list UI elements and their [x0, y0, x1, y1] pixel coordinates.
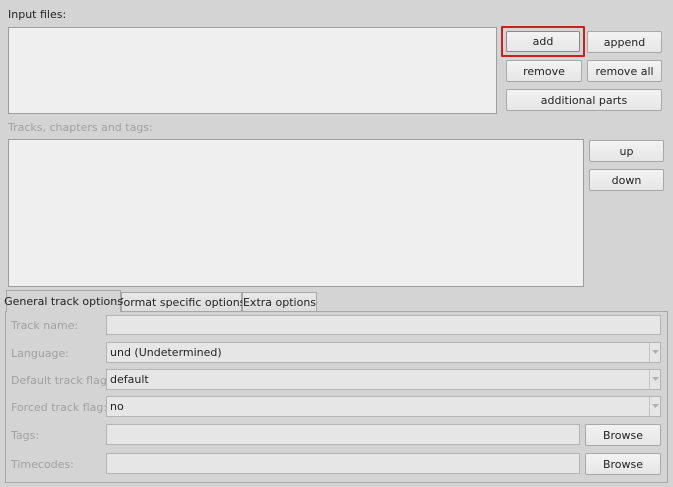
tracks-list[interactable] [8, 139, 584, 287]
track-name-input[interactable] [106, 315, 661, 335]
language-combobox[interactable]: und (Undetermined) [106, 342, 661, 363]
tab-extra-options[interactable]: Extra options [242, 292, 317, 312]
tags-input[interactable] [106, 424, 580, 445]
input-files-list[interactable] [8, 27, 497, 114]
tab-format-specific-options[interactable]: Format specific options [118, 292, 245, 312]
chevron-down-icon [649, 397, 660, 416]
timecodes-browse-button[interactable]: Browse [585, 453, 661, 475]
timecodes-label: Timecodes: [11, 458, 74, 471]
tags-label: Tags: [11, 429, 40, 442]
default-track-flag-label: Default track flag: [11, 374, 111, 387]
chevron-down-icon [649, 343, 660, 362]
up-button[interactable]: up [589, 140, 664, 162]
remove-all-button[interactable]: remove all [587, 60, 662, 82]
tab-general-track-options[interactable]: General track options [4, 290, 123, 312]
input-files-label: Input files: [8, 8, 67, 21]
add-button[interactable]: add [506, 31, 580, 52]
language-label: Language: [11, 347, 69, 360]
default-track-flag-value: default [110, 373, 149, 386]
forced-track-flag-value: no [110, 400, 124, 413]
additional-parts-button[interactable]: additional parts [506, 89, 662, 111]
track-name-label: Track name: [11, 319, 79, 332]
timecodes-input[interactable] [106, 453, 580, 474]
chevron-down-icon [649, 370, 660, 389]
remove-button[interactable]: remove [506, 60, 582, 82]
tags-browse-button[interactable]: Browse [585, 424, 661, 446]
forced-track-flag-combobox[interactable]: no [106, 396, 661, 417]
forced-track-flag-label: Forced track flag: [11, 401, 108, 414]
tracks-label: Tracks, chapters and tags: [8, 121, 153, 134]
default-track-flag-combobox[interactable]: default [106, 369, 661, 390]
append-button[interactable]: append [587, 31, 662, 53]
down-button[interactable]: down [589, 169, 664, 191]
language-value: und (Undetermined) [110, 346, 222, 359]
